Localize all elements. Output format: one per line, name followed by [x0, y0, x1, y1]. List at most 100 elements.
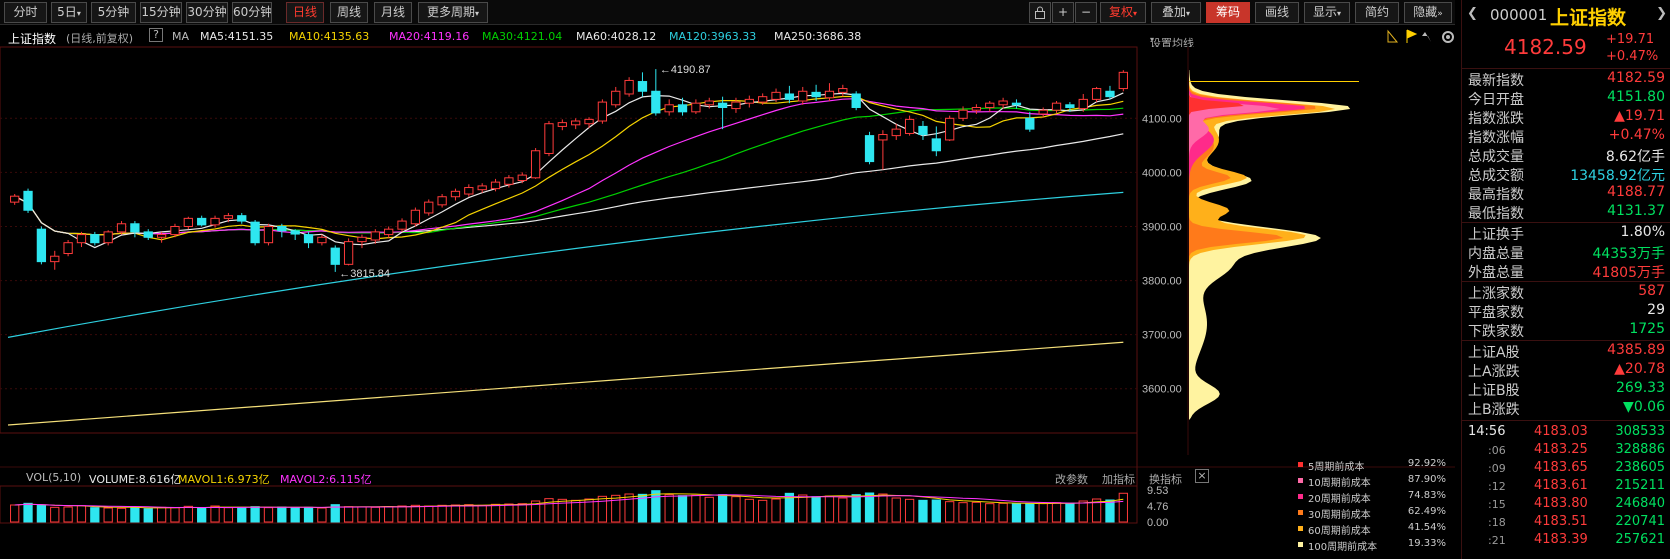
- quote-row: 指数涨幅 +0.47%: [1462, 126, 1670, 146]
- quote-row: 总成交量 8.62亿手: [1462, 145, 1670, 165]
- tick-row: :21 4183.39 257621: [1462, 531, 1670, 549]
- candle-body: [183, 217, 193, 227]
- candle-body: [450, 190, 461, 198]
- quote-row: 最高指数 4188.77: [1462, 183, 1670, 203]
- quote-panel: ❮ 000001 上证指数 ❯ 4182.59 +19.71 +0.47% 最新…: [1461, 0, 1670, 559]
- volume-bar: [611, 494, 621, 523]
- tick-volume: 215211: [1615, 478, 1665, 493]
- candle-body: [23, 190, 33, 211]
- candle-body: [530, 150, 541, 179]
- quote-label: 上证换手: [1468, 227, 1524, 243]
- volume-bar: [437, 504, 447, 523]
- quote-label: 指数涨幅: [1468, 130, 1524, 146]
- candle-body: [517, 174, 527, 182]
- kline-chart[interactable]: 3600.00 3700.00 3800.00 3900.00 4000.00 4100.…: [0, 0, 1455, 559]
- tick-price: 4183.80: [1534, 496, 1588, 511]
- quote-row: 最新指数 4182.59: [1462, 69, 1670, 89]
- tick-row: :18 4183.51 220741: [1462, 513, 1670, 531]
- candle-body: [250, 221, 260, 244]
- quote-value: 41805万手: [1592, 265, 1665, 281]
- candle-body: [811, 91, 821, 98]
- tick-price: 4183.03: [1534, 424, 1588, 439]
- candle-body: [904, 118, 915, 134]
- candle-body: [490, 181, 501, 190]
- vol-tick-label: 0.00: [1147, 517, 1168, 529]
- quote-value: 4385.89: [1607, 342, 1665, 358]
- candle-body: [1065, 104, 1075, 108]
- volume-bar: [691, 494, 701, 523]
- volume-bar: [811, 496, 821, 523]
- quote-label: 上A涨跌: [1468, 364, 1520, 380]
- volume-bar: [63, 506, 73, 523]
- panel-header: ❮ 000001 上证指数 ❯: [1462, 0, 1670, 30]
- candle-body: [63, 242, 73, 255]
- quote-value: 4182.59: [1607, 70, 1665, 86]
- volume-bar: [1038, 502, 1048, 523]
- next-arrow-icon[interactable]: ❯: [1656, 6, 1667, 21]
- quote-value: 13458.92亿元: [1570, 168, 1665, 184]
- candle-body: [36, 228, 47, 263]
- candle-body: [744, 98, 754, 104]
- candle-body: [771, 91, 781, 100]
- quote-row: 指数涨跌 ▲19.71: [1462, 107, 1670, 127]
- price-change-pct: +0.47%: [1606, 49, 1659, 64]
- volume-bar: [277, 506, 287, 523]
- volume-bar: [490, 503, 501, 523]
- ma120-line: [7, 191, 1124, 338]
- candle-body: [210, 217, 220, 226]
- candle-body: [1025, 117, 1035, 130]
- volume-bar: [130, 506, 140, 523]
- quote-value: ▲19.71: [1614, 108, 1665, 124]
- quote-label: 上B涨跌: [1468, 402, 1520, 418]
- price-tick-label: 3900.00: [1142, 221, 1182, 233]
- quote-row: 最低指数 4131.37: [1462, 202, 1670, 222]
- quote-value: 587: [1638, 283, 1665, 299]
- tick-time: :18: [1488, 516, 1506, 529]
- candle-body: [731, 101, 741, 110]
- chip-legend-value: 74.83%: [1407, 490, 1446, 501]
- chip-legend-row: 10周期前成本 87.90%: [1298, 473, 1448, 489]
- candle-body: [597, 101, 608, 122]
- volume-bar: [985, 503, 995, 523]
- stock-name: 上证指数: [1550, 7, 1627, 29]
- candle-body: [384, 228, 394, 236]
- volume-bar: [1011, 503, 1022, 523]
- candle-body: [998, 100, 1008, 106]
- tick-volume: 238605: [1615, 460, 1665, 475]
- chip-legend-row: 30周期前成本 62.49%: [1298, 505, 1448, 521]
- prev-arrow-icon[interactable]: ❮: [1467, 6, 1478, 21]
- volume-bar: [237, 506, 247, 523]
- volume-bar: [50, 506, 60, 523]
- candle-body: [878, 134, 888, 141]
- tick-volume: 246840: [1615, 496, 1665, 511]
- ma250-line: [7, 341, 1124, 426]
- quote-label: 上涨家数: [1468, 286, 1524, 302]
- candle-body: [50, 255, 60, 263]
- quote-value: 4188.77: [1607, 184, 1665, 200]
- volume-bar: [851, 494, 861, 523]
- candle-body: [1051, 102, 1062, 111]
- quote-row: 下跌家数 1725: [1462, 320, 1670, 340]
- candle-body: [370, 231, 380, 241]
- quote-row: 平盘家数 29: [1462, 301, 1670, 321]
- quote-label: 总成交额: [1468, 168, 1524, 184]
- quote-label: 上证A股: [1468, 345, 1520, 361]
- divider: [1462, 420, 1670, 421]
- volume-bars: [10, 490, 1128, 523]
- candle-body: [504, 177, 514, 185]
- quote-row: 上证换手 1.80%: [1462, 223, 1670, 243]
- volume-bar: [290, 507, 300, 523]
- tick-time: :15: [1488, 498, 1506, 511]
- volume-bar: [1118, 492, 1128, 523]
- chip-legend-label: 20周期前成本: [1308, 494, 1371, 505]
- quote-row: 上证A股 4385.89: [1462, 341, 1670, 361]
- tick-row: :09 4183.65 238605: [1462, 459, 1670, 477]
- candle-body: [197, 217, 207, 226]
- tick-time: :09: [1488, 462, 1506, 475]
- volume-bar: [384, 506, 394, 523]
- chip-legend-label: 5周期前成本: [1308, 462, 1365, 473]
- candle-body: [611, 90, 621, 106]
- candle-body: [143, 231, 153, 238]
- vol-tick-label: 9.53: [1147, 485, 1168, 497]
- volume-bar: [624, 493, 634, 523]
